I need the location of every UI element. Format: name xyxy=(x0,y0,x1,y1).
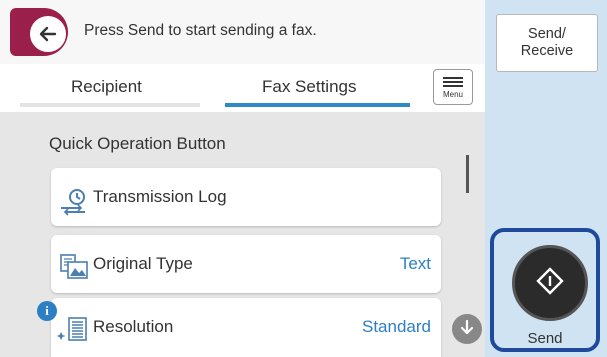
tab-recipient[interactable]: Recipient xyxy=(71,77,142,97)
back-button[interactable] xyxy=(10,8,68,56)
main-panel: Press Send to start sending a fax. Recip… xyxy=(0,0,485,357)
transmission-log-icon xyxy=(59,186,87,216)
menu-button-label: Menu xyxy=(442,89,463,99)
tab-fax-settings[interactable]: Fax Settings xyxy=(262,77,357,97)
list-item-transmission-log[interactable]: Transmission Log xyxy=(51,168,441,226)
diamond-start-icon xyxy=(535,266,565,301)
original-type-icon xyxy=(59,253,88,279)
scroll-down-button[interactable] xyxy=(452,314,482,344)
item-value: Standard xyxy=(362,317,431,336)
send-button[interactable] xyxy=(512,245,588,321)
status-message: Press Send to start sending a fax. xyxy=(84,22,317,39)
tab-recipient-underline xyxy=(20,103,200,107)
item-label: Original Type xyxy=(93,254,193,273)
header-bar: Press Send to start sending a fax. xyxy=(0,0,485,65)
list-item-resolution[interactable]: Resolution Standard xyxy=(51,298,441,357)
info-icon[interactable]: i xyxy=(37,301,57,321)
arrow-down-icon xyxy=(458,318,476,341)
send-receive-label-line2: Receive xyxy=(520,43,574,59)
item-value: Text xyxy=(399,254,431,273)
resolution-icon xyxy=(56,314,87,341)
arrow-left-icon xyxy=(30,16,66,52)
list-item-original-type[interactable]: Original Type Text xyxy=(51,235,441,293)
tab-fax-settings-underline xyxy=(225,103,410,107)
item-label: Transmission Log xyxy=(93,187,227,206)
scrollbar[interactable] xyxy=(466,155,469,193)
section-title: Quick Operation Button xyxy=(49,134,226,153)
item-label: Resolution xyxy=(93,317,174,336)
send-label: Send xyxy=(527,330,563,347)
send-receive-button[interactable]: Send/ Receive xyxy=(496,14,598,72)
hamburger-icon xyxy=(443,76,463,88)
send-receive-label-line1: Send/ xyxy=(528,26,566,42)
menu-button[interactable]: Menu xyxy=(433,69,473,105)
